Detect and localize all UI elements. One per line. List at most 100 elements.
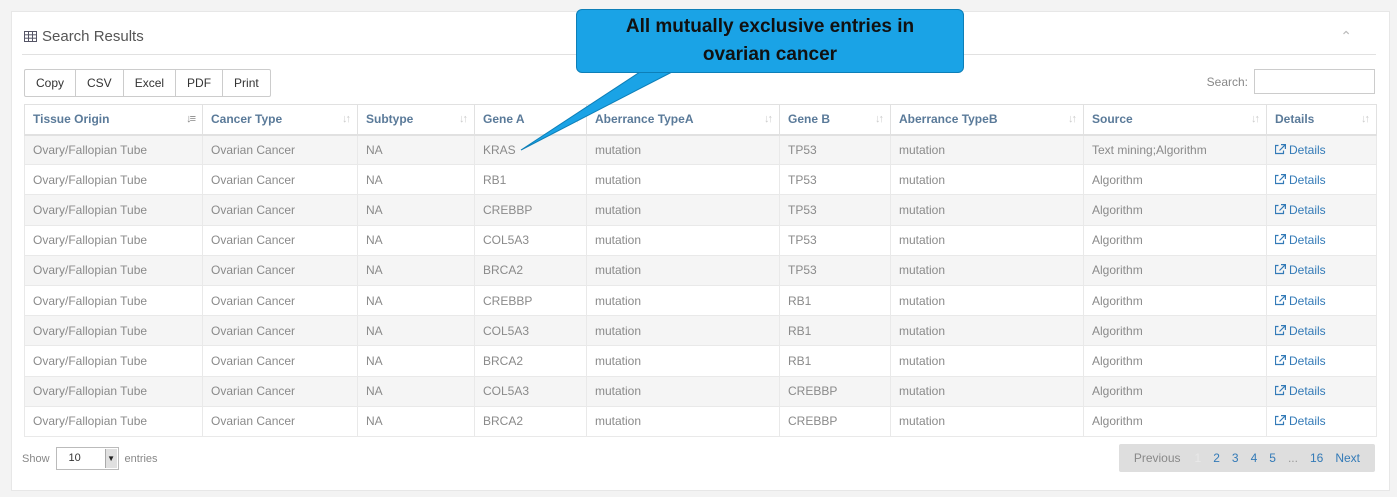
entries-label: entries [124, 452, 158, 465]
cell-gene-b: RB1 [779, 284, 891, 317]
sort-ascending-icon: ↓≡ [186, 113, 196, 126]
details-link[interactable]: Details [1275, 203, 1326, 217]
cell-source: Algorithm [1083, 254, 1267, 286]
copy-button[interactable]: Copy [24, 69, 77, 97]
cell-aberrance-type-b: mutation [890, 315, 1084, 347]
column-header-aberrance-type-b[interactable]: Aberrance TypeB ↓↑ [890, 104, 1084, 136]
column-header-label: Aberrance TypeB [899, 112, 998, 127]
details-link-label: Details [1289, 172, 1326, 187]
search-input[interactable] [1254, 69, 1375, 94]
table-row: Ovary/Fallopian Tube Ovarian Cancer NA CREB… [24, 194, 1377, 226]
cell-gene-a: CREBBP [474, 284, 587, 317]
search-label: Search: [1206, 74, 1248, 89]
table-icon [24, 31, 37, 42]
cell-gene-b: TP53 [779, 224, 891, 256]
cell-details: Details [1266, 315, 1377, 347]
length-menu: Show 10 ▼ entries [22, 447, 158, 470]
pagination: Previous 1 2 3 4 5 ... 16 Next [1118, 444, 1375, 472]
cell-subtype: NA [357, 345, 475, 377]
chevron-up-icon[interactable]: ⌃ [1340, 28, 1352, 45]
entries-select[interactable]: 10 ▼ [55, 447, 119, 470]
cell-details: Details [1266, 254, 1377, 286]
cell-gene-b: TP53 [779, 133, 891, 166]
column-header-label: Details [1275, 112, 1315, 127]
cell-cancer-type: Ovarian Cancer [202, 164, 358, 196]
details-link[interactable]: Details [1275, 384, 1326, 398]
details-link[interactable]: Details [1275, 294, 1326, 308]
cell-gene-a: CREBBP [474, 194, 587, 226]
column-header-gene-a[interactable]: Gene A ↓↑ [474, 104, 587, 136]
external-link-icon [1275, 203, 1286, 215]
cell-aberrance-type-b: mutation [890, 405, 1084, 437]
page-button[interactable]: 5 [1263, 451, 1282, 465]
page-button-current[interactable]: 1 [1189, 451, 1208, 465]
page-button[interactable]: 3 [1226, 451, 1245, 465]
callout-line-2: ovarian cancer [702, 44, 838, 65]
column-header-gene-b[interactable]: Gene B ↓↑ [779, 104, 891, 136]
cell-tissue-origin: Ovary/Fallopian Tube [24, 254, 203, 286]
sort-icon: ↓↑ [1068, 113, 1077, 126]
details-link[interactable]: Details [1275, 263, 1326, 277]
external-link-icon [1275, 354, 1286, 366]
details-link[interactable]: Details [1275, 414, 1326, 428]
details-link[interactable]: Details [1275, 233, 1326, 247]
cell-subtype: NA [357, 164, 475, 196]
pdf-button[interactable]: PDF [175, 69, 224, 97]
cell-aberrance-type-b: mutation [890, 224, 1084, 256]
column-header-aberrance-type-a[interactable]: Aberrance TypeA ↓↑ [586, 104, 780, 136]
details-link-label: Details [1289, 202, 1326, 217]
cell-details: Details [1266, 224, 1377, 256]
cell-gene-b: CREBBP [779, 375, 891, 407]
panel-title-text: Search Results [42, 28, 144, 45]
page-button-last[interactable]: 16 [1304, 451, 1329, 465]
table-row: Ovary/Fallopian Tube Ovarian Cancer NA COL5… [24, 224, 1377, 256]
csv-button[interactable]: CSV [75, 69, 124, 97]
table-header-row: Tissue Origin ↓≡ Cancer Type ↓↑ Subtype ↓↑ Gen… [24, 104, 1377, 136]
sort-icon: ↓↑ [342, 113, 351, 126]
cell-gene-a: COL5A3 [474, 375, 587, 407]
cell-aberrance-type-a: mutation [586, 375, 780, 407]
next-page-button[interactable]: Next [1329, 451, 1366, 465]
cell-gene-a: RB1 [474, 164, 587, 196]
cell-gene-a: KRAS [474, 133, 587, 166]
cell-gene-b: CREBBP [779, 405, 891, 437]
page-button[interactable]: 2 [1207, 451, 1226, 465]
sort-icon: ↓↑ [764, 113, 773, 126]
cell-details: Details [1266, 133, 1377, 166]
cell-source: Algorithm [1083, 375, 1267, 407]
cell-cancer-type: Ovarian Cancer [202, 405, 358, 437]
column-header-subtype[interactable]: Subtype ↓↑ [357, 104, 475, 136]
details-link[interactable]: Details [1275, 143, 1326, 157]
page-button[interactable]: 4 [1245, 451, 1264, 465]
column-header-source[interactable]: Source ↓↑ [1083, 104, 1267, 136]
column-header-details[interactable]: Details ↓↑ [1266, 104, 1377, 136]
print-button[interactable]: Print [222, 69, 271, 97]
external-link-icon [1275, 385, 1286, 396]
column-header-tissue-origin[interactable]: Tissue Origin ↓≡ [24, 104, 203, 136]
external-link-icon [1275, 264, 1286, 275]
table-row: Ovary/Fallopian Tube Ovarian Cancer NA BRCA… [24, 254, 1377, 286]
cell-source: Algorithm [1083, 224, 1267, 256]
external-link-icon [1275, 294, 1286, 305]
sort-icon: ↓↑ [459, 113, 468, 126]
column-header-cancer-type[interactable]: Cancer Type ↓↑ [202, 104, 358, 136]
details-link-label: Details [1289, 142, 1326, 157]
results-table: Tissue Origin ↓≡ Cancer Type ↓↑ Subtype ↓↑ Gen… [24, 104, 1377, 437]
cell-tissue-origin: Ovary/Fallopian Tube [24, 375, 203, 407]
table-row: Ovary/Fallopian Tube Ovarian Cancer NA CREB… [24, 284, 1377, 317]
details-link[interactable]: Details [1275, 173, 1326, 187]
previous-page-button[interactable]: Previous [1128, 451, 1189, 465]
column-header-label: Gene B [788, 112, 831, 127]
cell-details: Details [1266, 405, 1377, 437]
cell-cancer-type: Ovarian Cancer [202, 284, 358, 317]
details-link[interactable]: Details [1275, 324, 1326, 338]
cell-tissue-origin: Ovary/Fallopian Tube [24, 164, 203, 196]
table-row: Ovary/Fallopian Tube Ovarian Cancer NA BRCA… [24, 405, 1377, 437]
cell-aberrance-type-b: mutation [890, 194, 1084, 226]
cell-aberrance-type-b: mutation [890, 164, 1084, 196]
details-link[interactable]: Details [1275, 354, 1326, 368]
cell-details: Details [1266, 194, 1377, 226]
excel-button[interactable]: Excel [122, 69, 177, 97]
cell-aberrance-type-b: mutation [890, 345, 1084, 377]
cell-details: Details [1266, 375, 1377, 407]
